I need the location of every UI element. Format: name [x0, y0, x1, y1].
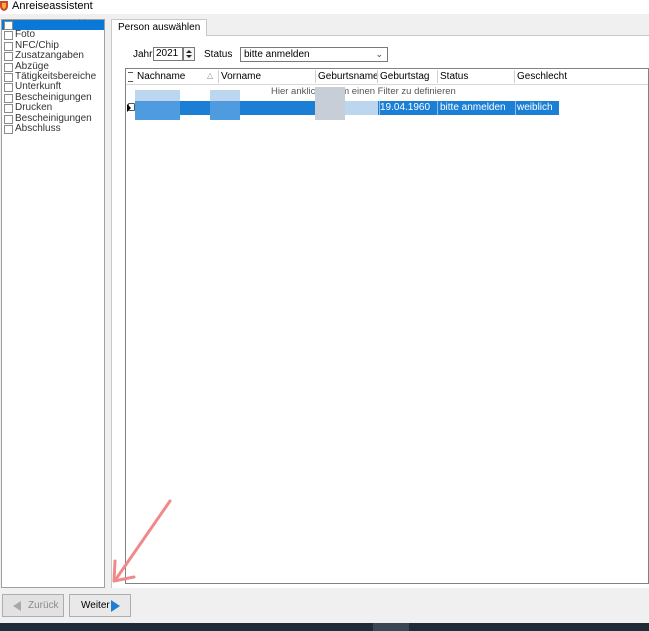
column-chooser-icon[interactable]	[128, 72, 133, 82]
step-checkbox[interactable]	[4, 104, 13, 114]
column-header-vorname[interactable]: Vorname	[221, 70, 261, 83]
window-title: Anreiseassistent	[12, 0, 93, 12]
column-header-geschlecht[interactable]: Geschlecht	[517, 70, 567, 83]
sort-ascending-icon: △	[207, 71, 214, 80]
step-checkbox[interactable]	[4, 124, 13, 134]
taskbar	[0, 623, 649, 631]
step-checkbox[interactable]	[4, 114, 13, 124]
chevron-down-icon[interactable]: ⌄	[375, 48, 383, 61]
step-abschluss[interactable]: Abschluss	[2, 122, 104, 134]
redacted-block	[210, 101, 240, 120]
step-label: Person auswählen	[15, 19, 98, 30]
redacted-block	[210, 90, 240, 101]
step-checkbox[interactable]	[4, 21, 13, 30]
grid-header: Nachname △ Vorname Geburtsname Geburtsta…	[126, 69, 648, 85]
step-list: Person auswählen Foto NFC/Chip Zusatzang…	[1, 19, 105, 588]
status-label: Status	[204, 49, 233, 60]
column-header-status[interactable]: Status	[440, 70, 468, 83]
step-label: Abschluss	[15, 122, 61, 134]
cell-divider	[379, 101, 380, 115]
cell-divider	[437, 101, 438, 115]
arrow-left-icon	[13, 601, 21, 611]
taskbar-item[interactable]	[373, 623, 409, 631]
year-label: Jahr	[133, 49, 153, 60]
column-divider[interactable]	[437, 70, 438, 83]
redacted-block	[345, 101, 378, 115]
cell-status[interactable]: bitte anmelden	[440, 101, 506, 115]
column-divider[interactable]	[315, 70, 316, 83]
column-divider[interactable]	[377, 70, 378, 83]
year-input[interactable]: 2021	[153, 47, 183, 61]
redacted-block	[135, 90, 180, 101]
redacted-block	[315, 87, 345, 120]
tab-person-auswaehlen[interactable]: Person auswählen	[111, 19, 208, 36]
next-button-label: Weiter	[81, 600, 110, 611]
redacted-block	[135, 101, 180, 120]
step-label: Drucken	[15, 102, 53, 114]
spin-down-icon[interactable]	[186, 55, 192, 58]
step-checkbox[interactable]	[4, 83, 13, 93]
step-label: Abzüge	[15, 60, 49, 72]
step-checkbox[interactable]	[4, 62, 13, 72]
step-checkbox[interactable]	[4, 31, 13, 41]
step-checkbox[interactable]	[4, 52, 13, 62]
step-checkbox[interactable]	[4, 41, 13, 51]
back-button-label: Zurück	[28, 600, 59, 611]
app-shield-icon	[0, 1, 8, 11]
filter-hint[interactable]: Hier anklicken, um einen Filter zu defin…	[271, 85, 456, 98]
step-label: Zusatzangaben	[15, 50, 84, 62]
cell-geburtstag[interactable]: 19.04.1960	[380, 101, 430, 115]
column-divider[interactable]	[218, 70, 219, 83]
step-checkbox[interactable]	[4, 93, 13, 103]
step-label: Foto	[15, 29, 36, 41]
column-header-nachname[interactable]: Nachname	[137, 70, 185, 83]
next-button[interactable]: Weiter	[69, 594, 131, 617]
step-label: Tätigkeitsbereiche	[15, 70, 97, 82]
status-select-value: bitte anmelden	[244, 49, 310, 60]
step-label: Bescheinigungen	[15, 91, 92, 103]
annotation-arrow-icon	[112, 499, 172, 583]
cell-geschlecht[interactable]: weiblich	[517, 101, 553, 115]
step-label: Unterkunft	[15, 81, 62, 93]
status-select[interactable]: bitte anmelden ⌄	[240, 47, 388, 62]
step-label: NFC/Chip	[15, 39, 59, 51]
step-label: Bescheinigungen	[15, 112, 92, 124]
column-divider[interactable]	[514, 70, 515, 83]
step-checkbox[interactable]	[4, 72, 13, 82]
person-grid[interactable]: Nachname △ Vorname Geburtsname Geburtsta…	[125, 68, 649, 584]
cell-divider	[515, 101, 516, 115]
grid-filter-row[interactable]: Hier anklicken, um einen Filter zu defin…	[126, 85, 648, 111]
current-row-indicator-icon	[127, 104, 131, 112]
column-header-geburtstag[interactable]: Geburtstag	[380, 70, 429, 83]
spin-up-icon[interactable]	[186, 50, 192, 53]
column-header-geburtsname[interactable]: Geburtsname	[318, 70, 379, 83]
title-bar: Anreiseassistent	[0, 0, 649, 14]
year-spinner[interactable]	[183, 47, 195, 61]
arrow-right-icon	[111, 600, 120, 612]
back-button[interactable]: Zurück	[2, 594, 64, 617]
